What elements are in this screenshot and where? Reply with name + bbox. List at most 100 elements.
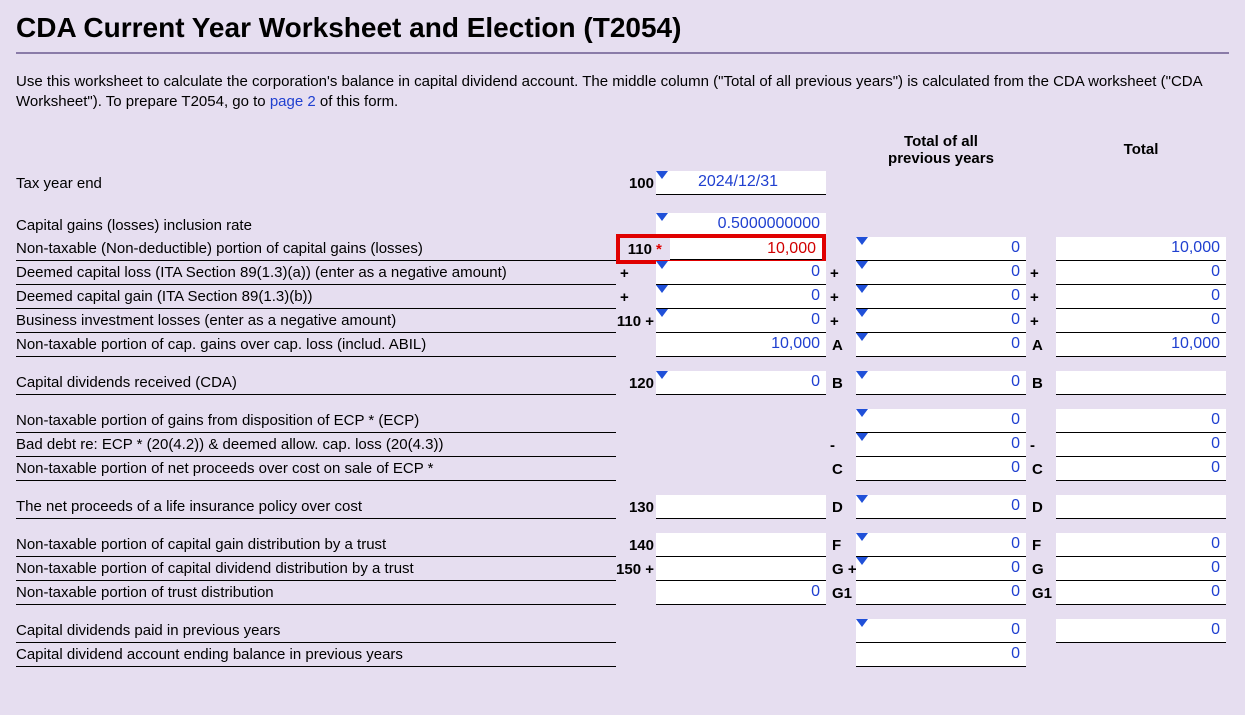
field-trust-cg-prev[interactable]: 0 xyxy=(856,533,1026,557)
code-120: 120 xyxy=(616,371,656,395)
dropdown-icon xyxy=(656,285,668,293)
worksheet-grid: Total of all previous years Total Tax ye… xyxy=(16,133,1229,668)
field-deemed-gain-prev[interactable]: 0 xyxy=(856,285,1026,309)
letter-F: F xyxy=(826,533,856,557)
field-deemed-loss[interactable]: 0 xyxy=(656,261,826,285)
op-plus: + xyxy=(1026,285,1056,309)
dropdown-icon xyxy=(856,237,868,245)
dropdown-icon xyxy=(856,261,868,269)
field-nontax-over: 10,000 xyxy=(656,333,826,357)
dropdown-icon xyxy=(856,619,868,627)
letter-G1: G1 xyxy=(1026,581,1056,605)
field-divpaid-total: 0 xyxy=(1056,619,1226,643)
code-130: 130 xyxy=(616,495,656,519)
dropdown-icon xyxy=(656,171,668,179)
field-baddebt-prev[interactable]: 0 xyxy=(856,433,1026,457)
col-header-prev: Total of all previous years xyxy=(856,133,1026,172)
letter-C: C xyxy=(826,457,856,481)
op-plus: + xyxy=(616,285,656,309)
letter-D: D xyxy=(826,495,856,519)
dropdown-icon xyxy=(856,409,868,417)
label-deemed-loss: Deemed capital loss (ITA Section 89(1.3)… xyxy=(16,261,616,285)
field-divpaid-prev[interactable]: 0 xyxy=(856,619,1026,643)
label-trust-cg: Non-taxable portion of capital gain dist… xyxy=(16,533,616,557)
field-deemed-loss-prev[interactable]: 0 xyxy=(856,261,1026,285)
intro-part1: Use this worksheet to calculate the corp… xyxy=(16,73,1202,110)
title-divider xyxy=(16,52,1229,54)
field-life-total xyxy=(1056,495,1226,519)
op-minus: - xyxy=(826,433,856,457)
letter-A: A xyxy=(826,333,856,357)
field-ecp-gain-prev[interactable]: 0 xyxy=(856,409,1026,433)
field-trust-cd[interactable] xyxy=(656,557,826,581)
field-trust-cg-total: 0 xyxy=(1056,533,1226,557)
letter-G: G xyxy=(1026,557,1056,581)
dropdown-icon xyxy=(656,261,668,269)
field-taxyear[interactable]: 2024/12/31 xyxy=(656,171,826,195)
field-trust-cd-total: 0 xyxy=(1056,557,1226,581)
op-plus: + xyxy=(826,261,856,285)
field-life-prev[interactable]: 0 xyxy=(856,495,1026,519)
field-nontax-over-prev[interactable]: 0 xyxy=(856,333,1026,357)
label-bil: Business investment losses (enter as a n… xyxy=(16,309,616,333)
letter-B: B xyxy=(1026,371,1056,395)
dropdown-icon xyxy=(856,333,868,341)
field-bil-prev[interactable]: 0 xyxy=(856,309,1026,333)
op-minus: - xyxy=(1026,433,1056,457)
intro-text: Use this worksheet to calculate the corp… xyxy=(16,72,1216,113)
label-inclrate: Capital gains (losses) inclusion rate xyxy=(16,213,616,237)
letter-A: A xyxy=(1026,333,1056,357)
label-trust-dist: Non-taxable portion of trust distributio… xyxy=(16,581,616,605)
field-ecp-net-total: 0 xyxy=(1056,457,1226,481)
field-nontax-cg-prev[interactable]: 0 xyxy=(856,237,1026,261)
field-bil[interactable]: 0 xyxy=(656,309,826,333)
label-baddebt: Bad debt re: ECP * (20(4.2)) & deemed al… xyxy=(16,433,616,457)
asterisk-icon: * xyxy=(656,241,670,258)
letter-F: F xyxy=(1026,533,1056,557)
page2-link[interactable]: page 2 xyxy=(270,93,316,110)
intro-part2: of this form. xyxy=(316,93,399,110)
field-trust-cd-prev[interactable]: 0 xyxy=(856,557,1026,581)
field-nontax-cg-total: 10,000 xyxy=(1056,237,1226,261)
letter-D: D xyxy=(1026,495,1056,519)
field-ecp-net-prev: 0 xyxy=(856,457,1026,481)
field-capdiv-recv[interactable]: 0 xyxy=(656,371,826,395)
op-plus: + xyxy=(826,285,856,309)
highlight-line-110: 110 * 10,000 xyxy=(616,234,826,264)
field-trust-dist-total: 0 xyxy=(1056,581,1226,605)
label-taxyear: Tax year end xyxy=(16,171,616,195)
field-capdiv-recv-total xyxy=(1056,371,1226,395)
dropdown-icon xyxy=(856,371,868,379)
label-ending: Capital dividend account ending balance … xyxy=(16,643,616,667)
field-ending-prev: 0 xyxy=(856,643,1026,667)
field-trust-cg[interactable] xyxy=(656,533,826,557)
code-150: 150 + xyxy=(616,557,656,581)
code-110: 110 xyxy=(620,241,656,258)
op-plus: + xyxy=(826,309,856,333)
label-nontax-cg: Non-taxable (Non-deductible) portion of … xyxy=(16,237,616,261)
field-ecp-gain-total: 0 xyxy=(1056,409,1226,433)
label-deemed-gain: Deemed capital gain (ITA Section 89(1.3)… xyxy=(16,285,616,309)
field-trust-dist: 0 xyxy=(656,581,826,605)
field-bil-total: 0 xyxy=(1056,309,1226,333)
field-nontax-over-total: 10,000 xyxy=(1056,333,1226,357)
code-140: 140 xyxy=(616,533,656,557)
dropdown-icon xyxy=(856,285,868,293)
field-deemed-gain[interactable]: 0 xyxy=(656,285,826,309)
field-nontax-cg[interactable]: 10,000 xyxy=(670,238,822,260)
field-deemed-loss-total: 0 xyxy=(1056,261,1226,285)
field-life[interactable] xyxy=(656,495,826,519)
dropdown-icon xyxy=(856,557,868,565)
letter-B: B xyxy=(826,371,856,395)
dropdown-icon xyxy=(656,213,668,221)
page-title: CDA Current Year Worksheet and Election … xyxy=(16,12,1229,44)
dropdown-icon xyxy=(856,433,868,441)
code-110-bil: 110 + xyxy=(616,309,656,333)
dropdown-icon xyxy=(856,533,868,541)
dropdown-icon xyxy=(656,309,668,317)
letter-G: G + xyxy=(826,557,856,581)
dropdown-icon xyxy=(856,495,868,503)
field-capdiv-recv-prev[interactable]: 0 xyxy=(856,371,1026,395)
label-life: The net proceeds of a life insurance pol… xyxy=(16,495,616,519)
dropdown-icon xyxy=(856,309,868,317)
